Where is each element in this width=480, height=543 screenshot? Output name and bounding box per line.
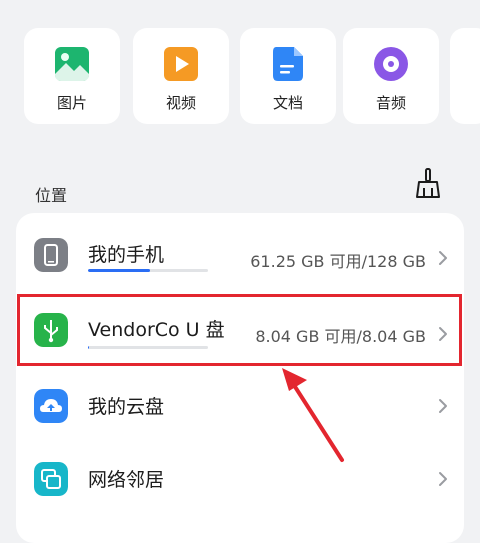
image-icon bbox=[55, 47, 89, 81]
category-row: 图片 视频 文档 音频 bbox=[0, 0, 480, 140]
list-item-my-phone[interactable]: 我的手机 61.25 GB 可用/128 GB bbox=[16, 213, 464, 295]
category-documents[interactable]: 文档 bbox=[240, 28, 336, 124]
video-icon bbox=[164, 47, 198, 81]
category-label: 图片 bbox=[56, 94, 87, 112]
storage-usage-text: 61.25 GB 可用/128 GB bbox=[250, 252, 426, 271]
network-icon bbox=[34, 462, 68, 496]
list-item-title: 我的云盘 bbox=[88, 396, 165, 418]
chevron-right-icon bbox=[439, 251, 447, 265]
chevron-right-icon bbox=[439, 399, 447, 413]
category-label: 文档 bbox=[272, 94, 303, 112]
storage-progress-fill bbox=[88, 269, 151, 272]
audio-icon bbox=[374, 47, 408, 81]
list-item-title: 网络邻居 bbox=[88, 469, 165, 491]
list-item-title: 我的手机 bbox=[88, 244, 165, 266]
category-audio[interactable]: 音频 bbox=[343, 28, 439, 124]
category-more[interactable] bbox=[450, 28, 480, 124]
category-label: 视频 bbox=[165, 94, 196, 112]
red-arrow-annotation bbox=[282, 368, 344, 462]
highlight-box bbox=[17, 294, 462, 366]
category-videos[interactable]: 视频 bbox=[133, 28, 229, 124]
broom-icon[interactable] bbox=[414, 168, 442, 198]
list-item-cloud-drive[interactable]: 我的云盘 bbox=[16, 370, 464, 440]
location-section-title: 位置 bbox=[35, 186, 68, 205]
storage-list: 我的手机 61.25 GB 可用/128 GB VendorCo U 盘 8.0… bbox=[16, 213, 464, 543]
list-item-network[interactable]: 网络邻居 bbox=[16, 440, 464, 515]
storage-progress-bar bbox=[88, 269, 208, 272]
category-images[interactable]: 图片 bbox=[24, 28, 120, 124]
cloud-icon bbox=[34, 389, 68, 423]
document-icon bbox=[273, 47, 303, 81]
chevron-right-icon bbox=[439, 472, 447, 486]
phone-icon bbox=[34, 238, 68, 272]
category-label: 音频 bbox=[375, 94, 406, 112]
